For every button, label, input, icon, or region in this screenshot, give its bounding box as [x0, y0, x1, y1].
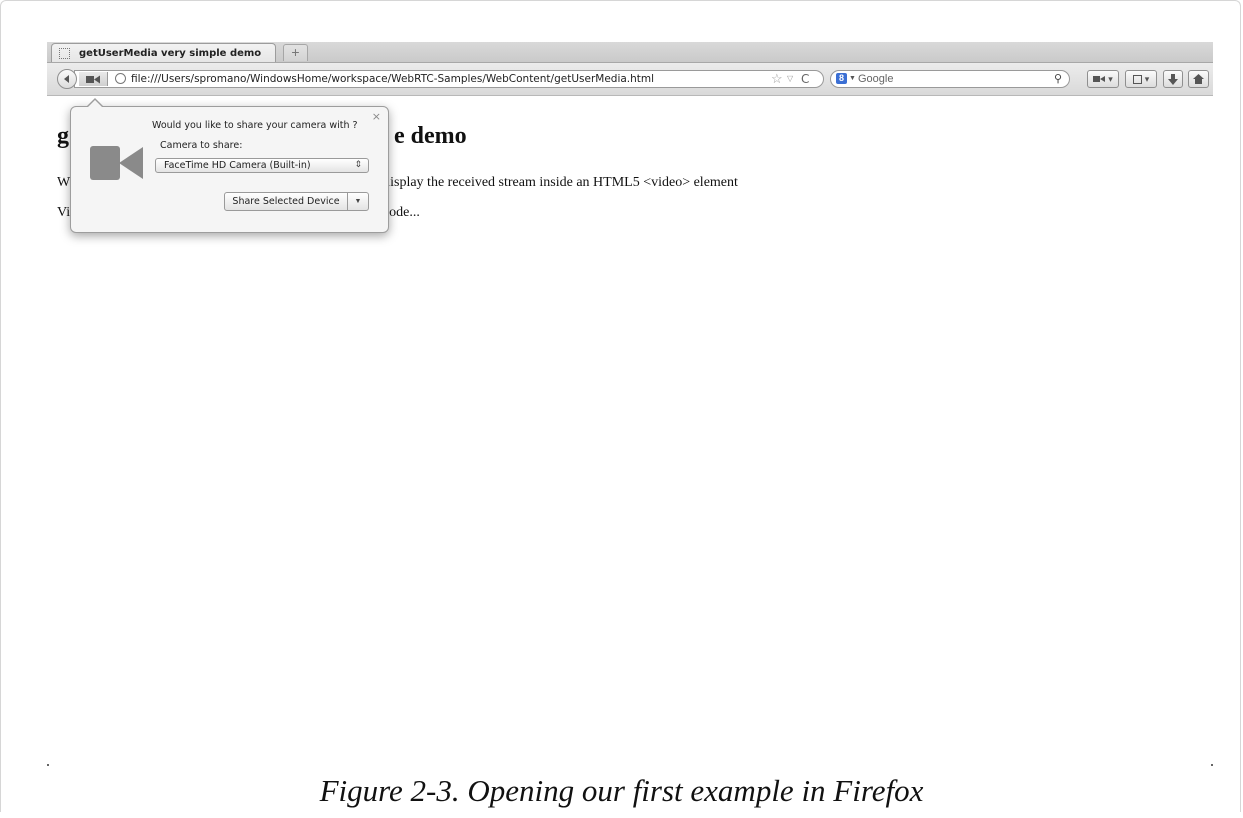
search-icon[interactable]: ⚲ — [1054, 72, 1062, 86]
puzzle-icon — [1132, 74, 1142, 84]
chevron-down-icon: ▾ — [1108, 73, 1113, 84]
search-engine-dropdown-icon[interactable]: ▼ — [849, 72, 856, 86]
share-camera-question: Would you like to share your camera with… — [152, 120, 358, 131]
history-dropdown-icon[interactable]: ▽ — [787, 71, 793, 87]
page-title-end: e demo — [394, 123, 467, 149]
search-input[interactable]: Google — [858, 72, 893, 86]
address-bar[interactable]: file:///Users/spromano/WindowsHome/works… — [74, 70, 824, 88]
page-title-start: g — [57, 123, 69, 149]
camera-icon — [86, 75, 100, 83]
camera-select-value: FaceTime HD Camera (Built-in) — [164, 160, 311, 171]
page-description-start: W — [57, 175, 71, 190]
page-status-start: Vi — [57, 205, 71, 220]
reload-icon[interactable]: C — [801, 71, 809, 87]
browser-window: getUserMedia very simple demo + file:///… — [47, 42, 1213, 764]
tab-getusermedia-demo[interactable]: getUserMedia very simple demo — [51, 43, 276, 62]
select-arrows-icon: ⇕ — [354, 160, 362, 170]
page-favicon-icon — [59, 47, 70, 59]
chevron-down-icon: ▾ — [1144, 73, 1150, 84]
back-button[interactable] — [57, 69, 77, 89]
navigation-toolbar: file:///Users/spromano/WindowsHome/works… — [47, 63, 1213, 96]
corner-mark — [1211, 764, 1213, 766]
camera-permission-popup: × Would you like to share your camera wi… — [70, 98, 389, 233]
new-tab-button[interactable]: + — [283, 44, 308, 61]
share-selected-device-button[interactable]: Share Selected Device — [225, 193, 348, 210]
video-camera-icon — [90, 144, 143, 187]
search-engine-icon[interactable]: 8 — [836, 73, 847, 84]
downloads-button[interactable] — [1163, 70, 1183, 88]
tab-title: getUserMedia very simple demo — [79, 47, 262, 59]
addon-menu-button[interactable]: ▾ — [1125, 70, 1157, 88]
download-arrow-icon — [1168, 73, 1178, 85]
back-arrow-icon — [64, 75, 69, 83]
search-bar[interactable]: 8 ▼ Google ⚲ — [830, 70, 1070, 88]
page-status-end: ode... — [389, 205, 420, 220]
camera-select-label: Camera to share: — [160, 140, 243, 151]
home-icon — [1193, 74, 1204, 84]
globe-icon[interactable] — [115, 73, 126, 84]
close-icon[interactable]: × — [372, 110, 381, 123]
camera-select[interactable]: FaceTime HD Camera (Built-in) ⇕ — [155, 158, 369, 173]
home-button[interactable] — [1188, 70, 1209, 88]
tab-bar: getUserMedia very simple demo + — [47, 42, 1213, 63]
camera-icon — [1093, 76, 1106, 82]
bookmark-star-icon[interactable]: ☆ — [771, 71, 783, 87]
page-description-end: lisplay the received stream inside an HT… — [386, 175, 738, 190]
share-split-button: Share Selected Device ▼ — [224, 192, 369, 211]
camera-menu-button[interactable]: ▾ — [1087, 70, 1119, 88]
figure-caption: Figure 2-3. Opening our first example in… — [319, 773, 924, 808]
camera-permission-indicator[interactable] — [79, 72, 108, 86]
share-options-dropdown-button[interactable]: ▼ — [348, 193, 368, 210]
url-text[interactable]: file:///Users/spromano/WindowsHome/works… — [131, 72, 654, 86]
corner-mark — [47, 764, 49, 766]
